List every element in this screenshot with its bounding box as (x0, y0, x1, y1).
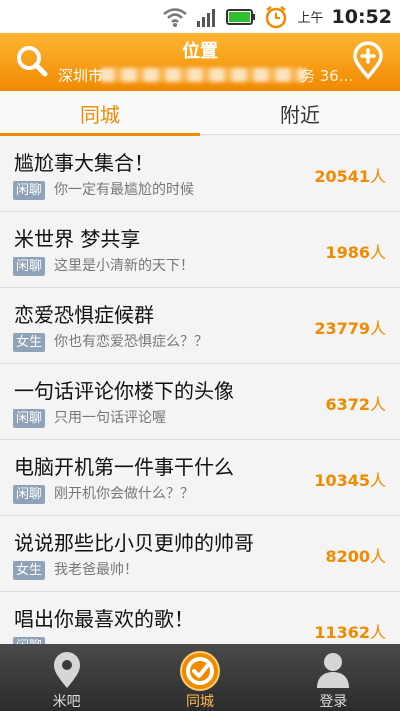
alarm-clock-icon (264, 5, 288, 29)
list-item[interactable]: 尴尬事大集合！ 闲聊 你一定有最尴尬的时候 20541人 (0, 136, 400, 212)
list-item[interactable]: 一句话评论你楼下的头像 闲聊 只用一句话评论喔 6372人 (0, 364, 400, 440)
member-count: 23779人 (314, 315, 386, 339)
group-title: 电脑开机第一件事干什么 (14, 455, 234, 479)
person-icon (315, 650, 351, 694)
nav-login[interactable]: 登录 (267, 644, 400, 711)
signal-icon (196, 7, 218, 27)
group-title: 唱出你最喜欢的歌！ (14, 607, 194, 631)
tab-same-city[interactable]: 同城 (0, 91, 200, 136)
list-item[interactable]: 电脑开机第一件事干什么 闲聊 刚开机你会做什么？？ 10345人 (0, 440, 400, 516)
list-item[interactable]: 唱出你最喜欢的歌！ 闲聊 11362人 (0, 592, 400, 644)
group-desc: 只用一句话评论喔 (54, 410, 166, 426)
member-count: 6372人 (325, 391, 386, 415)
member-count: 10345人 (314, 467, 386, 491)
nav-label: 同城 (185, 694, 214, 710)
nav-label: 登录 (319, 694, 348, 710)
member-count: 1986人 (325, 239, 386, 263)
group-title: 说说那些比小贝更帅的帅哥 (14, 531, 254, 555)
member-count-unit: 人 (369, 471, 386, 490)
nav-mi-ba[interactable]: 米吧 (0, 644, 133, 711)
status-ampm: 上午 (297, 11, 324, 26)
group-title: 恋爱恐惧症候群 (14, 303, 154, 327)
member-count-value: 10345 (314, 471, 370, 490)
battery-icon (225, 8, 256, 26)
member-count: 20541人 (314, 163, 386, 187)
status-bar: 上午 10:52 (0, 0, 400, 33)
wifi-icon (162, 7, 188, 27)
group-desc: 刚开机你会做什么？？ (54, 486, 194, 502)
member-count-value: 8200 (325, 547, 370, 566)
group-tag: 闲聊 (13, 637, 46, 644)
member-count-unit: 人 (369, 623, 386, 642)
location-add-icon (353, 41, 383, 80)
group-desc: 你一定有最尴尬的时候 (54, 182, 194, 198)
location-redacted (100, 68, 305, 82)
member-count-value: 23779 (314, 319, 370, 338)
location-text-suffix: 务 36... (300, 67, 354, 85)
title-bar: 位置 深圳市 务 36... (0, 33, 400, 91)
member-count: 11362人 (314, 619, 386, 643)
member-count-unit: 人 (369, 547, 386, 566)
location-pin-icon (49, 650, 85, 694)
group-tag: 闲聊 (13, 485, 46, 504)
list-item[interactable]: 说说那些比小贝更帅的帅哥 女生 我老爸最帅！ 8200人 (0, 516, 400, 592)
group-title: 一句话评论你楼下的头像 (14, 379, 234, 403)
group-tag: 女生 (13, 561, 46, 580)
target-icon (179, 650, 221, 696)
location-text: 深圳市 (58, 67, 104, 85)
member-count-unit: 人 (369, 243, 386, 262)
member-count-value: 6372 (325, 395, 370, 414)
group-title: 尴尬事大集合！ (14, 151, 154, 175)
member-count-value: 1986 (325, 243, 370, 262)
tab-bar: 同城 附近 (0, 91, 400, 136)
nav-same-city[interactable]: 同城 (133, 644, 266, 711)
member-count-unit: 人 (369, 167, 386, 186)
member-count-unit: 人 (369, 319, 386, 338)
tab-nearby[interactable]: 附近 (200, 91, 400, 135)
page-title: 位置 (182, 41, 218, 62)
member-count-unit: 人 (369, 395, 386, 414)
group-desc: 这里是小清新的天下！ (54, 258, 194, 274)
member-count: 8200人 (325, 543, 386, 567)
group-title: 米世界 梦共享 (14, 227, 141, 251)
nav-label: 米吧 (52, 694, 81, 710)
group-tag: 闲聊 (13, 257, 46, 276)
add-location-button[interactable] (348, 41, 388, 81)
group-tag: 闲聊 (13, 181, 46, 200)
group-desc: 我老爸最帅！ (54, 562, 138, 578)
status-time: 10:52 (331, 5, 392, 28)
bottom-nav: 米吧 同城 登录 (0, 644, 400, 711)
list-item[interactable]: 米世界 梦共享 闲聊 这里是小清新的天下！ 1986人 (0, 212, 400, 288)
list-item[interactable]: 恋爱恐惧症候群 女生 你也有恋爱恐惧症么？？ 23779人 (0, 288, 400, 364)
member-count-value: 20541 (314, 167, 370, 186)
member-count-value: 11362 (314, 623, 370, 642)
group-desc: 你也有恋爱恐惧症么？？ (54, 334, 208, 350)
group-tag: 闲聊 (13, 409, 46, 428)
group-list[interactable]: 尴尬事大集合！ 闲聊 你一定有最尴尬的时候 20541人 米世界 梦共享 闲聊 … (0, 136, 400, 644)
group-tag: 女生 (13, 333, 46, 352)
